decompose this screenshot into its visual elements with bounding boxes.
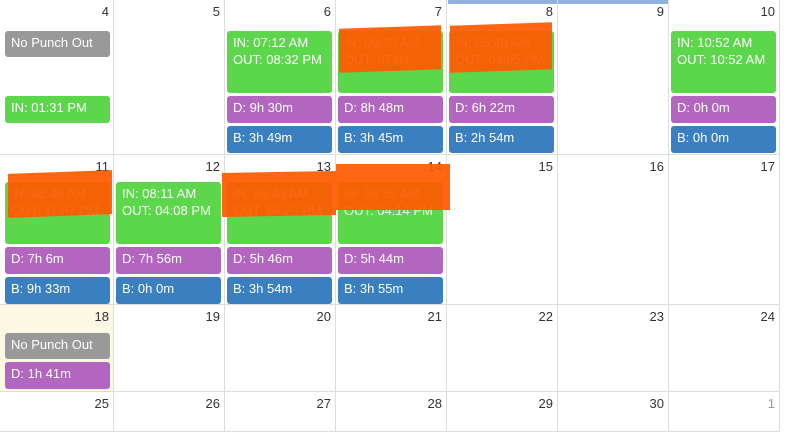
day-number: 10 [760, 4, 775, 19]
day-number: 17 [760, 159, 775, 174]
punch-event[interactable]: IN: 10:52 AM OUT: 10:52 AM [671, 31, 776, 93]
day-cell[interactable]: 19 [114, 305, 225, 392]
day-cell[interactable]: 27 [225, 392, 336, 432]
day-number: 23 [649, 309, 664, 324]
day-number: 26 [205, 396, 220, 411]
redaction-mark [222, 171, 336, 217]
day-number: 8 [545, 4, 553, 19]
redaction-mark [8, 170, 112, 218]
day-cell[interactable]: 15 [447, 155, 558, 305]
day-cell[interactable]: 30 [558, 392, 669, 432]
day-number: 18 [94, 309, 109, 324]
punch-in-event[interactable]: IN: 01:31 PM [5, 96, 110, 123]
day-number: 15 [538, 159, 553, 174]
day-cell[interactable]: 9 [558, 0, 669, 155]
day-number: 9 [656, 4, 664, 19]
punch-event[interactable]: IN: 08:11 AM OUT: 04:08 PM [116, 182, 221, 244]
day-number: 22 [538, 309, 553, 324]
break-event[interactable]: B: 3h 49m [227, 126, 332, 153]
day-number: 28 [427, 396, 442, 411]
duration-event[interactable]: D: 6h 22m [449, 96, 554, 123]
day-number: 6 [323, 4, 331, 19]
duration-event[interactable]: D: 8h 48m [338, 96, 443, 123]
break-event[interactable]: B: 0h 0m [671, 126, 776, 153]
duration-event[interactable]: D: 7h 56m [116, 247, 221, 274]
break-event[interactable]: B: 3h 55m [338, 277, 443, 304]
day-number: 7 [434, 4, 442, 19]
day-number: 20 [316, 309, 331, 324]
day-cell[interactable]: 26 [114, 392, 225, 432]
day-cell-today[interactable]: 18 No Punch Out D: 1h 41m [0, 305, 114, 392]
day-cell[interactable]: 1 [669, 392, 780, 432]
day-cell[interactable]: 16 [558, 155, 669, 305]
day-number: 21 [427, 309, 442, 324]
no-punch-out-event[interactable]: No Punch Out [5, 333, 110, 359]
break-event[interactable]: B: 2h 54m [449, 126, 554, 153]
redaction-mark [336, 164, 450, 210]
break-event[interactable]: B: 9h 33m [5, 277, 110, 304]
redaction-mark [339, 25, 441, 73]
day-number: 16 [649, 159, 664, 174]
duration-event[interactable]: D: 5h 44m [338, 247, 443, 274]
calendar-month-grid: 4 No Punch Out IN: 01:31 PM 5 6 IN: 07:1… [0, 0, 804, 432]
duration-event[interactable]: D: 9h 30m [227, 96, 332, 123]
day-cell[interactable]: 17 [669, 155, 780, 305]
day-cell[interactable]: 7 IN: 06:30 AM OUT: 07:04 D: 8h 48m B: 3… [336, 0, 447, 155]
redaction-mark [450, 22, 552, 73]
day-cell[interactable]: 4 No Punch Out IN: 01:31 PM [0, 0, 114, 155]
day-cell[interactable]: 29 [447, 392, 558, 432]
day-cell[interactable]: 23 [558, 305, 669, 392]
duration-event[interactable]: D: 7h 6m [5, 247, 110, 274]
day-cell[interactable]: 5 [114, 0, 225, 155]
break-event[interactable]: B: 0h 0m [116, 277, 221, 304]
day-cell[interactable]: 20 [225, 305, 336, 392]
break-event[interactable]: B: 3h 45m [338, 126, 443, 153]
no-punch-out-event[interactable]: No Punch Out [5, 31, 110, 57]
punch-event[interactable]: IN: 07:12 AM OUT: 08:32 PM [227, 31, 332, 93]
day-cell[interactable]: 22 [447, 305, 558, 392]
day-cell[interactable]: 25 [0, 392, 114, 432]
day-number: 24 [760, 309, 775, 324]
day-cell[interactable]: 10 IN: 10:52 AM OUT: 10:52 AM D: 0h 0m B… [669, 0, 780, 155]
day-number: 25 [94, 396, 109, 411]
day-number: 30 [649, 396, 664, 411]
day-cell[interactable]: 24 [669, 305, 780, 392]
day-cell[interactable]: 28 [336, 392, 447, 432]
break-event[interactable]: B: 3h 54m [227, 277, 332, 304]
day-number: 19 [205, 309, 220, 324]
day-number: 29 [538, 396, 553, 411]
day-number: 12 [205, 159, 220, 174]
day-number: 1 [767, 396, 775, 411]
duration-event[interactable]: D: 5h 46m [227, 247, 332, 274]
day-cell[interactable]: 6 IN: 07:12 AM OUT: 08:32 PM D: 9h 30m B… [225, 0, 336, 155]
day-number: 5 [212, 4, 220, 19]
day-number: 27 [316, 396, 331, 411]
day-cell[interactable]: 12 IN: 08:11 AM OUT: 04:08 PM D: 7h 56m … [114, 155, 225, 305]
day-cell[interactable]: 21 [336, 305, 447, 392]
duration-event[interactable]: D: 1h 41m [5, 362, 110, 389]
day-number: 4 [101, 4, 109, 19]
duration-event[interactable]: D: 0h 0m [671, 96, 776, 123]
